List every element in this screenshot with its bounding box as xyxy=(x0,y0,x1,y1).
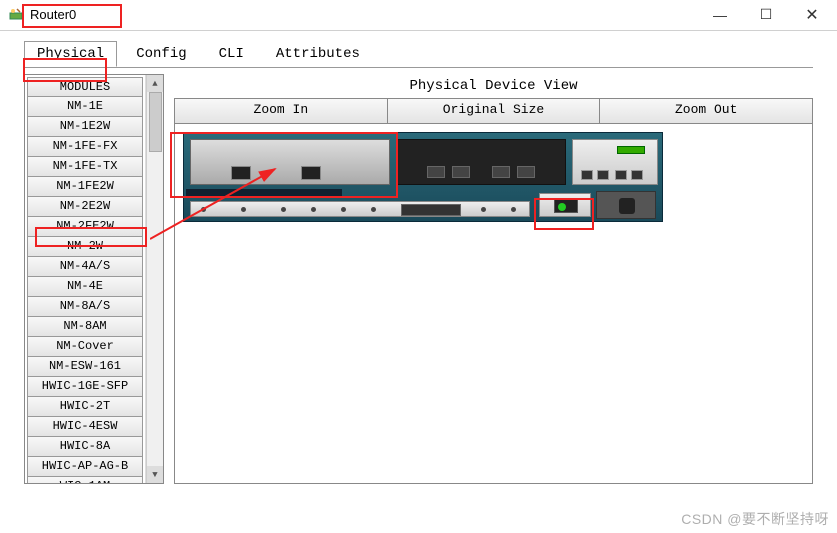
ethernet-port[interactable] xyxy=(301,166,321,180)
power-plug-icon xyxy=(619,198,635,214)
module-item[interactable]: HWIC-8A xyxy=(27,437,143,457)
screw-icon xyxy=(281,207,286,212)
zoom-bar: Zoom In Original Size Zoom Out xyxy=(174,98,813,124)
maximize-button[interactable]: ☐ xyxy=(743,0,789,30)
module-item[interactable]: NM-1FE2W xyxy=(27,177,143,197)
screw-icon xyxy=(241,207,246,212)
port-icon xyxy=(581,170,593,180)
module-slot-1[interactable] xyxy=(396,139,566,185)
tab-physical[interactable]: Physical xyxy=(24,41,117,67)
tab-cli[interactable]: CLI xyxy=(206,41,257,67)
device-view-title: Physical Device View xyxy=(174,74,813,98)
module-item[interactable]: WIC-1AM xyxy=(27,477,143,483)
port-icon xyxy=(492,166,510,178)
hwic-bar[interactable] xyxy=(190,201,530,217)
modules-panel: MODULES NM-1E NM-1E2W NM-1FE-FX NM-1FE-T… xyxy=(24,74,164,484)
close-button[interactable]: ✕ xyxy=(789,0,835,30)
window-title: Router0 xyxy=(30,7,697,22)
tab-label: Attributes xyxy=(276,46,360,62)
tab-label: CLI xyxy=(219,46,244,62)
module-item[interactable]: NM-8A/S xyxy=(27,297,143,317)
tab-label: Physical xyxy=(37,46,104,62)
port-icon xyxy=(427,166,445,178)
screw-icon xyxy=(511,207,516,212)
module-item[interactable]: NM-2W xyxy=(27,237,143,257)
module-item[interactable]: NM-4E xyxy=(27,277,143,297)
scroll-thumb[interactable] xyxy=(149,92,162,152)
module-item[interactable]: HWIC-1GE-SFP xyxy=(27,377,143,397)
port-icon xyxy=(517,166,535,178)
screw-icon xyxy=(341,207,346,212)
chassis-label-strip xyxy=(186,189,342,197)
module-item[interactable]: NM-8AM xyxy=(27,317,143,337)
module-item[interactable]: NM-ESW-161 xyxy=(27,357,143,377)
tab-bar: Physical Config CLI Attributes xyxy=(0,31,837,67)
module-item[interactable]: HWIC-4ESW xyxy=(27,417,143,437)
modules-list: MODULES NM-1E NM-1E2W NM-1FE-FX NM-1FE-T… xyxy=(25,75,146,483)
router-chassis[interactable] xyxy=(183,132,663,222)
screw-icon xyxy=(311,207,316,212)
tab-config[interactable]: Config xyxy=(123,41,199,67)
compactflash-slot[interactable] xyxy=(401,204,461,216)
modules-scrollbar[interactable]: ▲ ▼ xyxy=(146,75,163,483)
port-icon xyxy=(452,166,470,178)
scroll-up-icon[interactable]: ▲ xyxy=(147,75,163,92)
screw-icon xyxy=(481,207,486,212)
module-item[interactable]: NM-Cover xyxy=(27,337,143,357)
screw-icon xyxy=(201,207,206,212)
module-item[interactable]: NM-1E xyxy=(27,97,143,117)
port-icon xyxy=(597,170,609,180)
power-switch-icon[interactable] xyxy=(554,199,578,213)
zoom-out-button[interactable]: Zoom Out xyxy=(600,99,812,123)
module-item[interactable]: NM-2FE2W xyxy=(27,217,143,237)
original-size-button[interactable]: Original Size xyxy=(388,99,601,123)
module-item[interactable]: HWIC-2T xyxy=(27,397,143,417)
app-icon xyxy=(8,7,24,23)
ethernet-port[interactable] xyxy=(231,166,251,180)
tab-label: Config xyxy=(136,46,186,62)
modules-header: MODULES xyxy=(27,77,143,97)
module-item[interactable]: NM-1FE-TX xyxy=(27,157,143,177)
device-view[interactable] xyxy=(174,124,813,484)
module-slot-0[interactable] xyxy=(190,139,390,185)
port-icon xyxy=(615,170,627,180)
module-item[interactable]: NM-4A/S xyxy=(27,257,143,277)
minimize-button[interactable]: — xyxy=(697,0,743,30)
power-switch-block[interactable] xyxy=(539,193,591,217)
module-item[interactable]: HWIC-AP-AG-B xyxy=(27,457,143,477)
port-icon xyxy=(631,170,643,180)
module-item[interactable]: NM-1FE-FX xyxy=(27,137,143,157)
module-item[interactable]: NM-1E2W xyxy=(27,117,143,137)
module-slot-2[interactable] xyxy=(572,139,658,185)
scroll-down-icon[interactable]: ▼ xyxy=(147,466,163,483)
watermark: CSDN @要不断坚持呀 xyxy=(681,509,829,529)
zoom-in-button[interactable]: Zoom In xyxy=(175,99,388,123)
psu-block xyxy=(596,191,656,219)
tab-attributes[interactable]: Attributes xyxy=(263,41,373,67)
led-icon xyxy=(617,146,645,154)
screw-icon xyxy=(371,207,376,212)
module-item[interactable]: NM-2E2W xyxy=(27,197,143,217)
